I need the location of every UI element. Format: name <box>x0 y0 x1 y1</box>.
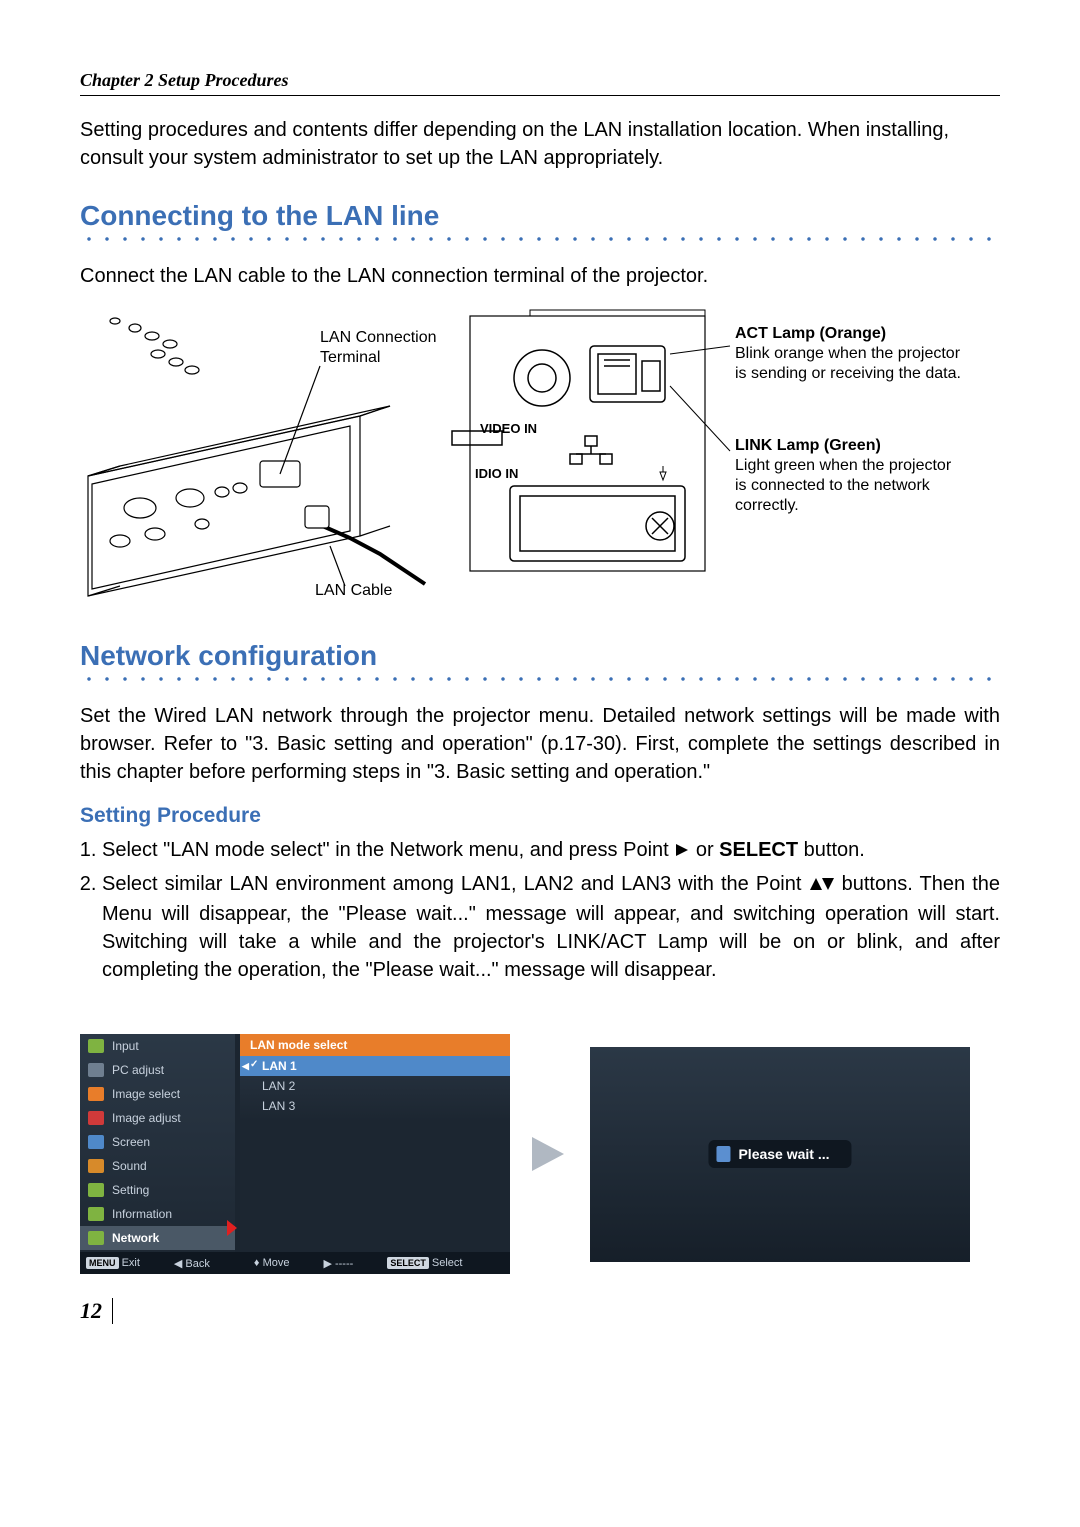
footer-select-label: Select <box>432 1257 463 1269</box>
menu-item-label: Image select <box>112 1087 180 1101</box>
menu-item-label: PC adjust <box>112 1063 164 1077</box>
link-lamp-title: LINK Lamp (Green) <box>735 436 965 456</box>
menu-item-sound[interactable]: Sound <box>80 1154 235 1178</box>
menu-item-information[interactable]: Information <box>80 1202 235 1226</box>
step1-text-b: or <box>696 839 719 861</box>
intro-paragraph: Setting procedures and contents differ d… <box>80 116 1000 172</box>
menu-item-input[interactable]: Input <box>80 1034 235 1058</box>
footer-exit-label: Exit <box>122 1257 140 1269</box>
menu-sidebar: Input PC adjust Image select Image adjust Sc… <box>80 1034 235 1274</box>
screen-icon <box>88 1135 104 1149</box>
lan-connection-diagram: LAN Connection Terminal LAN Cable VIDEO … <box>80 306 1000 616</box>
section-title-connecting: Connecting to the LAN line <box>80 200 1000 232</box>
lan-option-3[interactable]: LAN 3 <box>240 1096 510 1116</box>
footer-back: ◀ Back <box>174 1257 210 1270</box>
menu-item-label: Network <box>112 1231 159 1245</box>
audio-in-label: IDIO IN <box>475 466 518 482</box>
video-in-label: VIDEO IN <box>480 421 537 437</box>
page-number: 12 <box>80 1298 113 1324</box>
menu-key-badge: MENU <box>86 1257 119 1269</box>
menu-item-pc-adjust[interactable]: PC adjust <box>80 1058 235 1082</box>
network-active-marker-icon <box>227 1220 239 1236</box>
lan-option-1[interactable]: LAN 1 <box>240 1056 510 1076</box>
network-icon <box>88 1231 104 1245</box>
footer-move: ♦ Move <box>254 1257 290 1269</box>
menu-item-label: Input <box>112 1039 139 1053</box>
section-divider-dots <box>80 234 1000 244</box>
section-title-network-config: Network configuration <box>80 640 1000 672</box>
setting-icon <box>88 1183 104 1197</box>
procedure-list: Select "LAN mode select" in the Network … <box>80 836 1000 984</box>
menu-footer-bar: MENU Exit ◀ Back ♦ Move ▶ ----- SELECT S… <box>80 1252 510 1274</box>
step1-text-a: Select "LAN mode select" in the Network … <box>102 839 674 861</box>
lan-cable-label: LAN Cable <box>315 581 392 601</box>
please-wait-screenshot: Please wait ... <box>590 1047 970 1262</box>
step1-text-c: button. <box>804 839 865 861</box>
link-lamp-desc: Light green when the projector is connec… <box>735 456 965 516</box>
procedure-step-1: Select "LAN mode select" in the Network … <box>102 836 1000 866</box>
image-select-icon <box>88 1087 104 1101</box>
menu-right-pane: LAN mode select LAN 1LAN 2LAN 3 <box>240 1034 510 1252</box>
section-divider-dots <box>80 674 1000 684</box>
please-wait-text: Please wait ... <box>738 1146 829 1162</box>
please-wait-badge: Please wait ... <box>708 1140 851 1168</box>
menu-item-label: Screen <box>112 1135 150 1149</box>
information-icon <box>88 1207 104 1221</box>
lan-mode-select-header: LAN mode select <box>240 1034 510 1056</box>
input-icon <box>88 1039 104 1053</box>
point-up-down-icon <box>809 872 835 900</box>
menu-item-screen[interactable]: Screen <box>80 1130 235 1154</box>
arrow-right-icon <box>530 1129 570 1179</box>
pc-adjust-icon <box>88 1063 104 1077</box>
lan-connection-terminal-label: LAN Connection Terminal <box>320 328 470 368</box>
menu-item-network[interactable]: Network <box>80 1226 235 1250</box>
select-word: SELECT <box>719 839 798 861</box>
footer-dashes: ▶ ----- <box>323 1257 353 1270</box>
setting-procedure-heading: Setting Procedure <box>80 804 1000 828</box>
section2-body: Set the Wired LAN network through the pr… <box>80 702 1000 786</box>
step2-text-a: Select similar LAN environment among LAN… <box>102 873 809 895</box>
section1-body: Connect the LAN cable to the LAN connect… <box>80 262 1000 290</box>
act-lamp-title: ACT Lamp (Orange) <box>735 324 965 344</box>
chapter-header: Chapter 2 Setup Procedures <box>80 70 1000 96</box>
lan-option-2[interactable]: LAN 2 <box>240 1076 510 1096</box>
procedure-step-2: Select similar LAN environment among LAN… <box>102 870 1000 984</box>
menu-item-image-adjust[interactable]: Image adjust <box>80 1106 235 1130</box>
select-key-badge: SELECT <box>387 1257 429 1269</box>
menu-item-image-select[interactable]: Image select <box>80 1082 235 1106</box>
point-right-icon <box>674 838 690 866</box>
menu-item-label: Information <box>112 1207 172 1221</box>
screenshots-row: Input PC adjust Image select Image adjust Sc… <box>80 1034 1000 1274</box>
menu-item-label: Setting <box>112 1183 149 1197</box>
act-lamp-desc: Blink orange when the projector is sendi… <box>735 344 965 384</box>
menu-item-label: Sound <box>112 1159 147 1173</box>
image-adjust-icon <box>88 1111 104 1125</box>
menu-item-setting[interactable]: Setting <box>80 1178 235 1202</box>
menu-item-label: Image adjust <box>112 1111 181 1125</box>
sound-icon <box>88 1159 104 1173</box>
projector-menu-screenshot: Input PC adjust Image select Image adjust Sc… <box>80 1034 510 1274</box>
